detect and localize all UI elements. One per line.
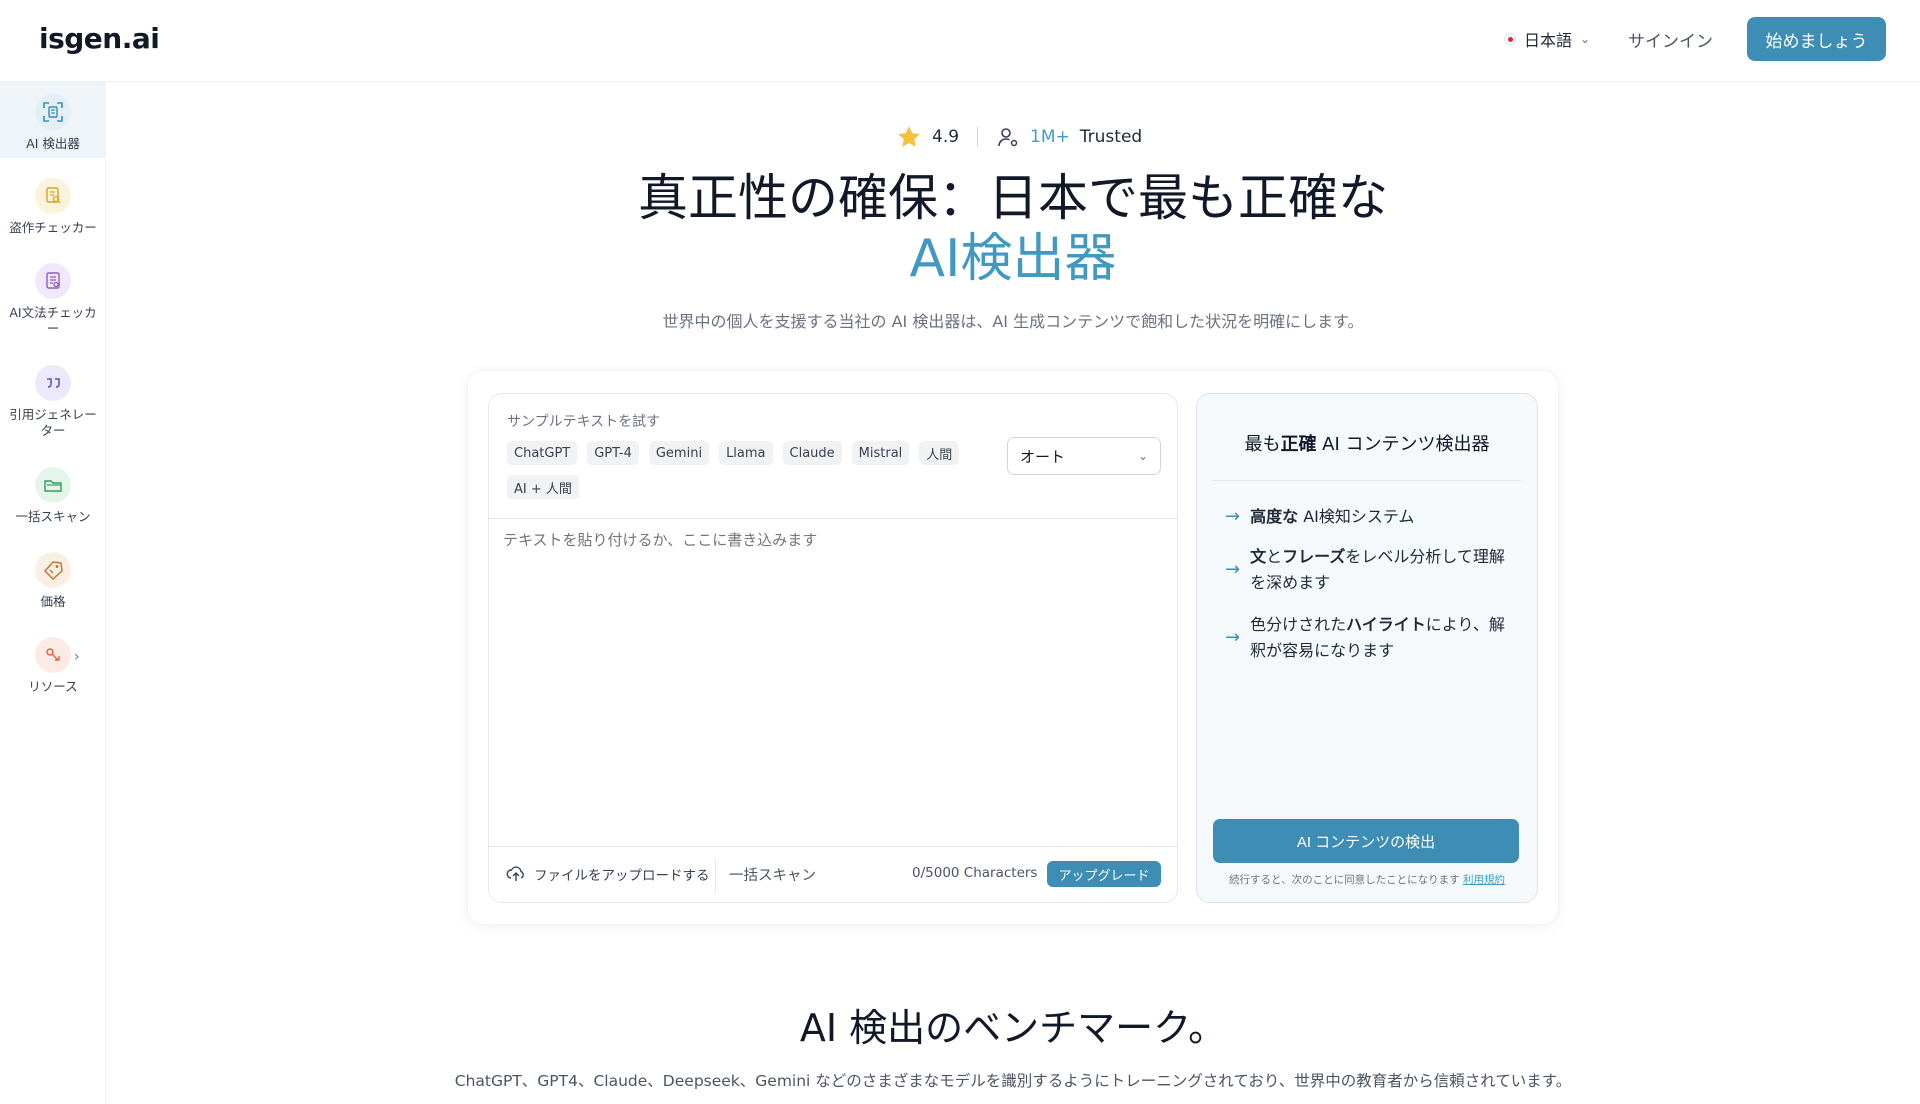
feature-rest: AI検知システム <box>1298 507 1415 526</box>
chevron-right-icon: › <box>74 649 80 665</box>
language-label: 日本語 <box>1524 31 1573 50</box>
arrow-right-icon: → <box>1225 559 1241 580</box>
logo[interactable]: isgen.ai <box>39 22 160 55</box>
language-selector[interactable]: 日本語 ⌄ <box>1504 27 1590 51</box>
sample-chip-ai-human[interactable]: AI + 人間 <box>507 475 579 499</box>
japan-flag-icon <box>1504 33 1516 45</box>
sidebar: AI 検出器 盗作チェッカー AI文法チェッカー 引用ジェネレーター 一括スキャ… <box>0 82 106 1104</box>
sample-chip-gpt4[interactable]: GPT-4 <box>587 441 639 465</box>
bulk-scan-link[interactable]: 一括スキャン <box>729 864 816 885</box>
benchmark-title: AI 検出のベンチマーク。 <box>799 1006 1227 1050</box>
editor-footer: ファイルをアップロードする 一括スキャン 0/5000 Characters ア… <box>489 846 1177 902</box>
editor-divider <box>489 518 1177 519</box>
text-editor: サンプルテキストを試す ChatGPT GPT-4 Gemini Llama C… <box>488 393 1178 903</box>
panel-title: 最も正確 AI コンテンツ検出器 <box>1197 430 1537 456</box>
price-tag-icon <box>35 552 71 588</box>
arrow-right-icon: → <box>1225 506 1241 527</box>
detector-card: サンプルテキストを試す ChatGPT GPT-4 Gemini Llama C… <box>467 370 1559 925</box>
panel-title-bold: 正確 <box>1280 434 1317 455</box>
rating-divider <box>977 127 979 147</box>
detect-ai-content-button[interactable]: AI コンテンツの検出 <box>1213 819 1519 863</box>
sample-chip-mistral[interactable]: Mistral <box>851 441 910 465</box>
rating-bar: 4.9 1M+ Trusted <box>896 124 1142 150</box>
feature-text: 色分けされたハイライトにより、解釈が容易になります <box>1250 612 1515 664</box>
signin-link[interactable]: サインイン <box>1628 27 1713 52</box>
sample-chip-gemini[interactable]: Gemini <box>648 441 710 465</box>
mode-value: オート <box>1020 447 1066 466</box>
quote-icon <box>35 365 71 401</box>
char-counter: 0/5000 Characters <box>912 865 1038 881</box>
page-subtitle: 世界中の個人を支援する当社の AI 検出器は、AI 生成コンテンツで飽和した状況… <box>662 312 1364 331</box>
ai-scan-icon <box>35 94 71 130</box>
folder-icon <box>35 467 71 503</box>
sample-chip-llama[interactable]: Llama <box>719 441 773 465</box>
sample-chip-human[interactable]: 人間 <box>919 441 960 465</box>
sidebar-item-citation[interactable]: 引用ジェネレーター <box>0 365 106 439</box>
sample-chip-chatgpt[interactable]: ChatGPT <box>507 441 578 465</box>
users-label: Trusted <box>1079 127 1143 147</box>
sidebar-item-label: 盗作チェッカー <box>9 220 97 235</box>
mode-select[interactable]: オート ⌄ <box>1007 437 1161 475</box>
sample-chip-claude[interactable]: Claude <box>782 441 842 465</box>
sidebar-item-pricing[interactable]: 価格 <box>0 552 106 610</box>
feature-rest: 色分けされた <box>1250 615 1347 634</box>
panel-title-post: AI コンテンツ検出器 <box>1316 434 1490 455</box>
panel-divider <box>1213 480 1521 481</box>
sidebar-item-label: リソース <box>28 679 78 694</box>
grammar-doc-icon <box>35 263 71 299</box>
rating-value: 4.9 <box>932 127 960 147</box>
sample-chips: ChatGPT GPT-4 Gemini Llama Claude Mistra… <box>507 441 967 499</box>
sidebar-item-bulk-scan[interactable]: 一括スキャン <box>0 467 106 525</box>
top-header: isgen.ai 日本語 ⌄ サインイン 始めましょう <box>0 0 1920 82</box>
feature-item: → 文とフレーズをレベル分析して理解を深めます <box>1225 544 1525 596</box>
terms-link[interactable]: 利用規約 <box>1463 874 1505 886</box>
sidebar-item-label: AI文法チェッカー <box>9 305 97 336</box>
sidebar-item-grammar[interactable]: AI文法チェッカー <box>0 263 106 337</box>
sidebar-item-label: AI 検出器 <box>26 136 80 151</box>
cloud-upload-icon <box>506 866 524 881</box>
benchmark-subtitle: ChatGPT、GPT4、Claude、Deepseek、Gemini などのさ… <box>454 1072 1572 1090</box>
get-started-button[interactable]: 始めましょう <box>1747 17 1886 61</box>
user-gear-icon <box>998 128 1018 147</box>
upgrade-button[interactable]: アップグレード <box>1047 861 1161 887</box>
sidebar-item-ai-detector[interactable]: AI 検出器 <box>0 82 106 158</box>
feature-item: → 高度な AI検知システム <box>1225 504 1525 530</box>
sidebar-item-plagiarism[interactable]: 盗作チェッカー <box>0 178 106 236</box>
sidebar-item-label: 価格 <box>40 594 66 609</box>
page-title-highlight: AI検出器 <box>909 229 1117 289</box>
feature-text: 高度な AI検知システム <box>1250 504 1414 530</box>
main-content: 4.9 1M+ Trusted 真正性の確保：日本で最も正確な AI検出器 世界… <box>106 82 1920 1104</box>
panel-title-pre: 最も <box>1244 434 1281 455</box>
sidebar-item-label: 引用ジェネレーター <box>9 407 97 438</box>
chevron-down-icon: ⌄ <box>1137 449 1148 463</box>
text-input[interactable] <box>503 529 1163 849</box>
arrow-right-icon: → <box>1225 627 1241 648</box>
feature-bold: 高度な <box>1250 507 1299 526</box>
sidebar-item-resources[interactable]: › リソース <box>0 637 106 695</box>
terms-notice: 続行すると、次のことに同意したことになります 利用規約 <box>1197 872 1537 887</box>
feature-item: → 色分けされたハイライトにより、解釈が容易になります <box>1225 612 1525 664</box>
star-icon <box>898 126 920 147</box>
sidebar-item-label: 一括スキャン <box>15 509 91 524</box>
sample-label: サンプルテキストを試す <box>507 414 661 430</box>
users-count: 1M+ <box>1030 127 1070 147</box>
chevron-down-icon: ⌄ <box>1580 32 1591 46</box>
feature-rest: と <box>1266 547 1283 566</box>
feature-bold: ハイライト <box>1346 615 1426 634</box>
upload-label: ファイルをアップロードする <box>534 868 710 884</box>
upload-file-button[interactable]: ファイルをアップロードする <box>506 864 710 884</box>
footer-divider <box>715 859 716 893</box>
page-title: 真正性の確保：日本で最も正確な <box>638 169 1388 227</box>
feature-bold: フレーズ <box>1282 547 1346 566</box>
document-search-icon <box>35 178 71 214</box>
feature-bold: 文 <box>1250 547 1267 566</box>
info-panel: 最も正確 AI コンテンツ検出器 → 高度な AI検知システム → 文とフレーズ… <box>1196 393 1538 903</box>
resources-icon <box>35 637 71 673</box>
terms-text: 続行すると、次のことに同意したことになります <box>1229 874 1460 886</box>
feature-text: 文とフレーズをレベル分析して理解を深めます <box>1250 544 1515 596</box>
